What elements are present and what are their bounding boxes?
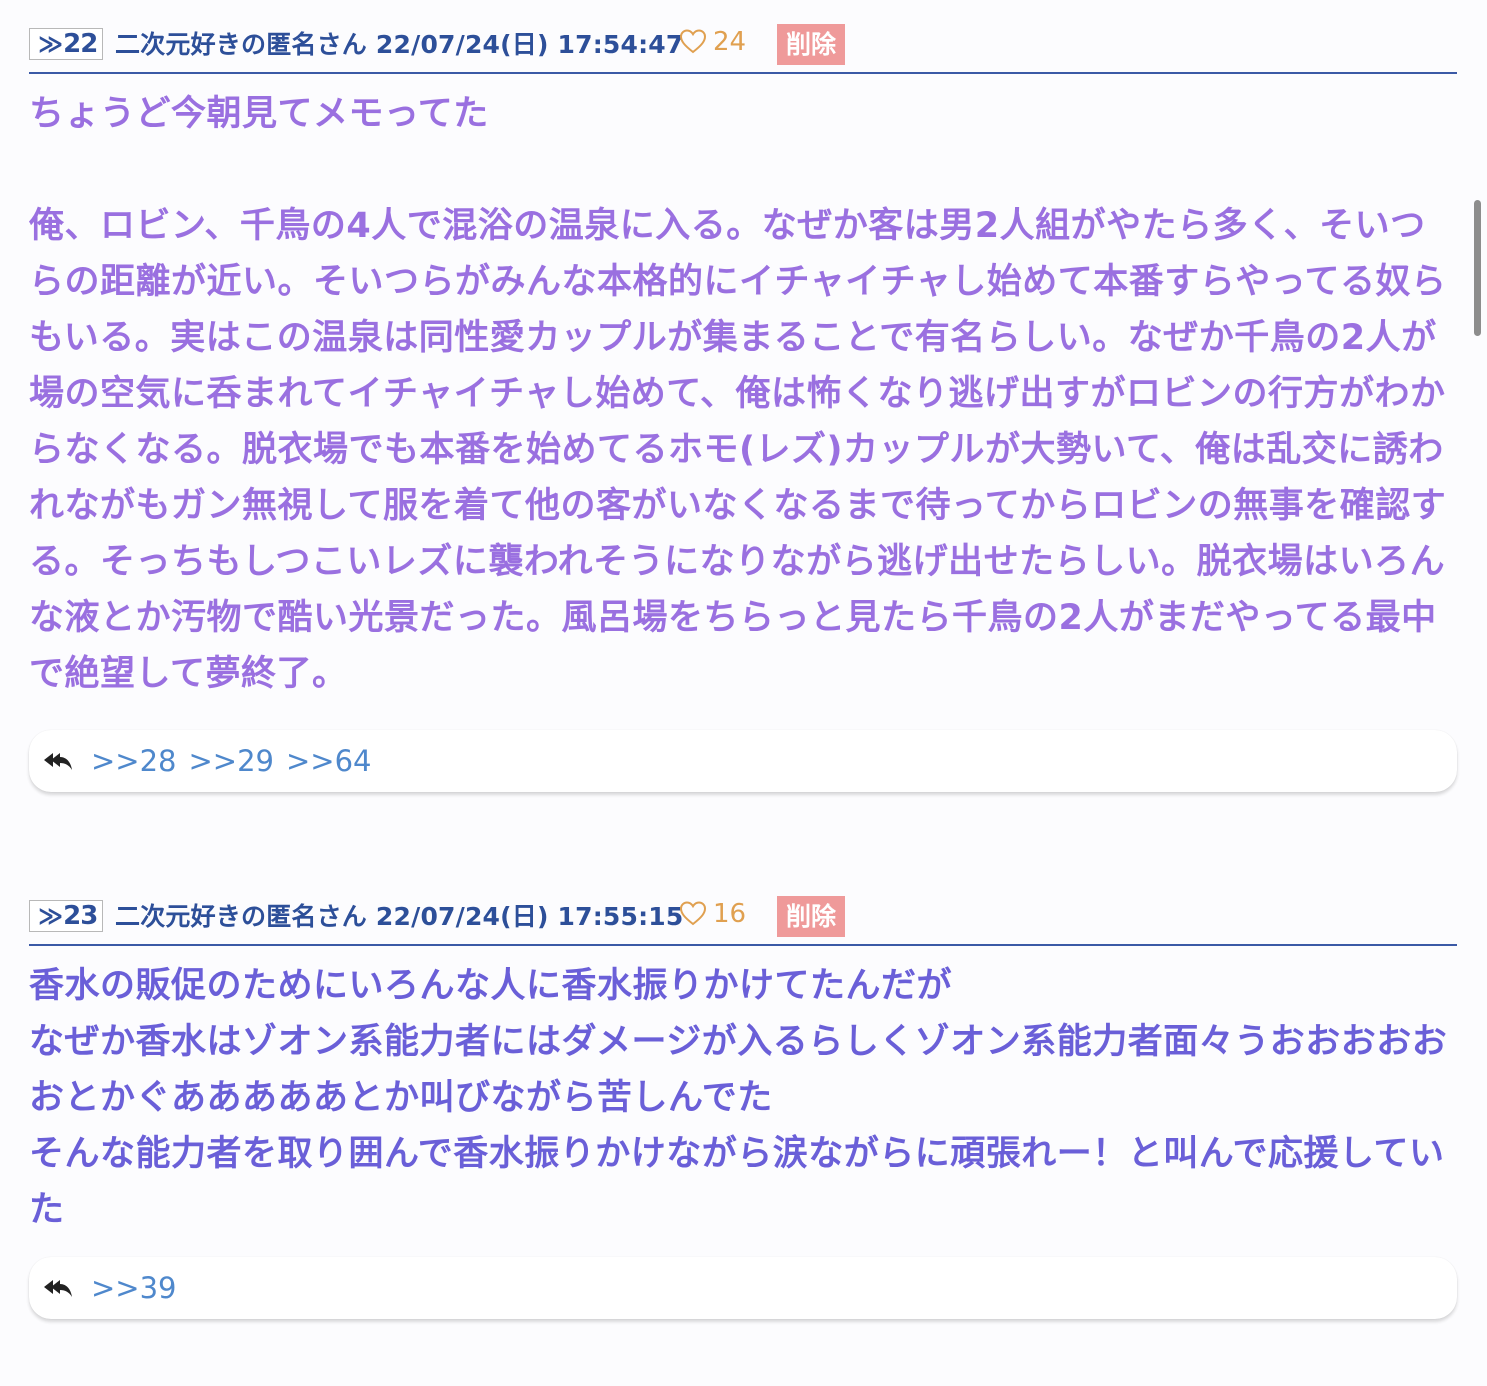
reply-link[interactable]: >>28: [91, 744, 177, 778]
author-name: 二次元好きの匿名さん: [115, 902, 368, 931]
like-button[interactable]: 16: [679, 898, 746, 930]
reply-link[interactable]: >>29: [189, 744, 275, 778]
thread: ≫22 二次元好きの匿名さん 22/07/24(日) 17:54:47 24 削…: [0, 0, 1487, 1386]
heart-outline-icon: [679, 29, 707, 54]
post-datetime: 22/07/24(日) 17:54:47: [375, 30, 684, 59]
scrollbar[interactable]: [1474, 200, 1481, 336]
author-meta: 二次元好きの匿名さん 22/07/24(日) 17:55:15: [115, 901, 683, 933]
res-number: 22: [63, 29, 98, 59]
reply-link[interactable]: >>64: [286, 744, 372, 778]
res-number: 23: [63, 901, 98, 931]
double-chevron-right-icon: ≫: [38, 30, 63, 58]
res-number-button[interactable]: ≫22: [29, 28, 103, 60]
like-button[interactable]: 24: [679, 26, 746, 58]
replies-bar: >>28 >>29 >>64: [29, 730, 1457, 792]
reply-links: >>28 >>29 >>64: [91, 741, 384, 781]
replies-bar: >>39: [29, 1257, 1457, 1319]
post-22: ≫22 二次元好きの匿名さん 22/07/24(日) 17:54:47 24 削…: [29, 22, 1457, 702]
like-count: 16: [713, 899, 747, 929]
post-body: 香水の販促のためにいろんな人に香水振りかけてたんだが なぜか香水はゾオン系能力者…: [29, 966, 1448, 1230]
delete-button[interactable]: 削除: [777, 896, 845, 937]
double-chevron-right-icon: ≫: [38, 902, 63, 930]
reply-link[interactable]: >>39: [91, 1271, 177, 1305]
post-header: ≫22 二次元好きの匿名さん 22/07/24(日) 17:54:47 24 削…: [29, 22, 1457, 74]
post-23: ≫23 二次元好きの匿名さん 22/07/24(日) 17:55:15 16 削…: [29, 894, 1457, 1238]
author-meta: 二次元好きの匿名さん 22/07/24(日) 17:54:47: [115, 29, 683, 61]
like-count: 24: [713, 27, 747, 57]
post-header: ≫23 二次元好きの匿名さん 22/07/24(日) 17:55:15 16 削…: [29, 894, 1457, 946]
reply-all-icon: [44, 1280, 72, 1297]
res-number-button[interactable]: ≫23: [29, 900, 103, 932]
delete-button[interactable]: 削除: [777, 24, 845, 65]
reply-links: >>39: [91, 1268, 189, 1308]
post-datetime: 22/07/24(日) 17:55:15: [375, 902, 684, 931]
post-body: ちょうど今朝見てメモってた 俺、ロビン、千鳥の4人で混浴の温泉に入る。なぜか客は…: [29, 94, 1447, 694]
heart-outline-icon: [679, 901, 707, 926]
reply-all-icon: [44, 753, 72, 770]
author-name: 二次元好きの匿名さん: [115, 30, 368, 59]
